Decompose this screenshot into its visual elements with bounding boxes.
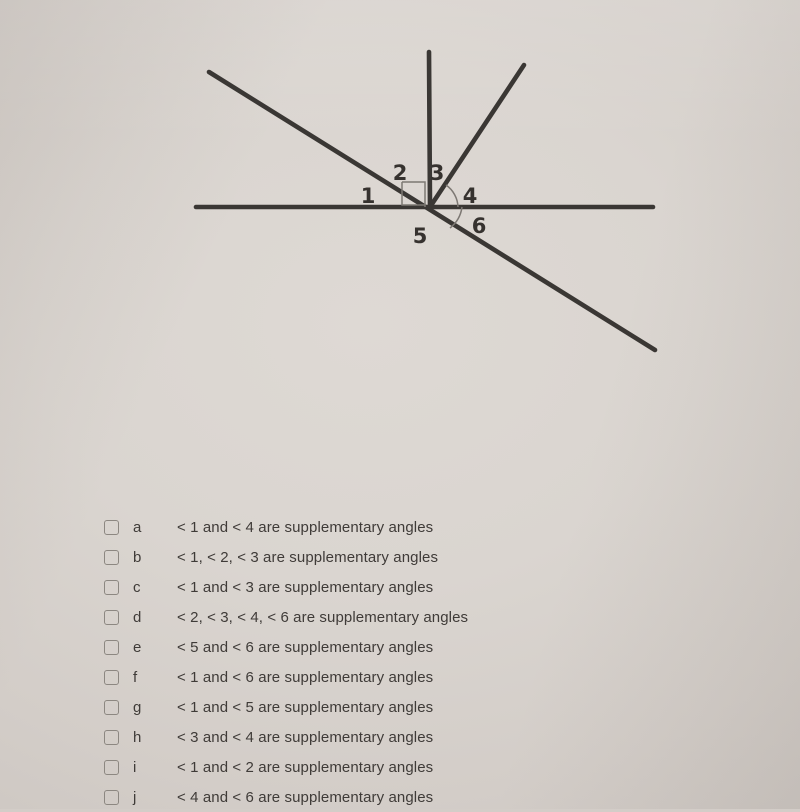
option-checkbox-a[interactable] [104, 519, 119, 535]
option-letter: i [133, 758, 137, 776]
angle-label-4: 4 [463, 184, 478, 208]
option-row[interactable]: h < 3 and < 4 are supplementary angles [104, 722, 744, 752]
angle-label-6: 6 [472, 214, 487, 238]
option-row[interactable]: i < 1 and < 2 are supplementary angles [104, 752, 744, 782]
option-row[interactable]: a < 1 and < 4 are supplementary angles [104, 512, 744, 542]
option-letter: c [133, 578, 141, 596]
option-letter: d [133, 608, 142, 626]
option-text: < 1 and < 2 are supplementary angles [177, 758, 434, 776]
upper-left-to-lower-right-line [206, 69, 658, 353]
option-checkbox-i[interactable] [104, 759, 119, 775]
angle-4-arc-marker [445, 184, 459, 208]
option-text: < 3 and < 4 are supplementary angles [177, 728, 434, 746]
option-letter: h [133, 728, 142, 746]
option-row[interactable]: g < 1 and < 5 are supplementary angles [104, 692, 744, 722]
option-letter: b [133, 548, 142, 566]
option-text: < 1 and < 4 are supplementary angles [177, 518, 434, 536]
option-row[interactable]: f < 1 and < 6 are supplementary angles [104, 662, 744, 692]
option-checkbox-g[interactable] [104, 699, 119, 715]
angle-diagram: 1 2 3 4 5 6 [0, 0, 800, 420]
option-checkbox-b[interactable] [104, 549, 119, 565]
angle-label-5: 5 [413, 224, 428, 248]
option-row[interactable]: j < 4 and < 6 are supplementary angles [104, 782, 744, 812]
option-text: < 1 and < 3 are supplementary angles [177, 578, 434, 596]
option-row[interactable]: d < 2, < 3, < 4, < 6 are supplementary an… [104, 602, 744, 632]
option-checkbox-j[interactable] [104, 789, 119, 805]
option-checkbox-c[interactable] [104, 579, 119, 595]
angle-diagram-svg: 1 2 3 4 5 6 [193, 49, 658, 353]
angle-label-2: 2 [393, 161, 408, 185]
option-row[interactable]: c < 1 and < 3 are supplementary angles [104, 572, 744, 602]
option-letter: g [133, 698, 142, 716]
option-row[interactable]: b < 1, < 2, < 3 are supplementary angles [104, 542, 744, 572]
option-text: < 2, < 3, < 4, < 6 are supplementary ang… [177, 608, 469, 626]
option-text: < 5 and < 6 are supplementary angles [177, 638, 434, 656]
option-letter: e [133, 638, 142, 656]
option-checkbox-d[interactable] [104, 609, 119, 625]
option-text: < 1, < 2, < 3 are supplementary angles [177, 548, 439, 566]
option-checkbox-h[interactable] [104, 729, 119, 745]
option-text: < 4 and < 6 are supplementary angles [177, 788, 434, 806]
option-letter: j [133, 788, 137, 806]
option-letter: a [133, 518, 142, 536]
answer-options-list: a < 1 and < 4 are supplementary angles b < … [104, 512, 744, 812]
option-checkbox-f[interactable] [104, 669, 119, 685]
option-letter: f [133, 668, 138, 686]
angle-label-1: 1 [361, 184, 376, 208]
option-row[interactable]: e < 5 and < 6 are supplementary angles [104, 632, 744, 662]
angle-label-3: 3 [430, 161, 445, 185]
option-checkbox-e[interactable] [104, 639, 119, 655]
option-text: < 1 and < 5 are supplementary angles [177, 698, 434, 716]
option-text: < 1 and < 6 are supplementary angles [177, 668, 434, 686]
